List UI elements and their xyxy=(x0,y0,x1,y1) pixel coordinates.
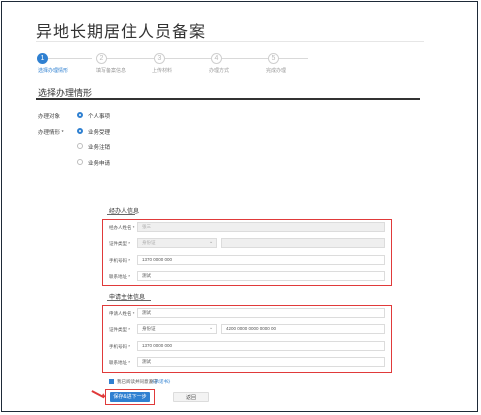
radio-accept[interactable] xyxy=(77,128,83,134)
step-5-label: 完成办理 xyxy=(266,68,287,74)
chevron-down-icon: ⌄ xyxy=(209,239,214,245)
step-connector xyxy=(48,58,92,59)
step-connector xyxy=(164,58,212,59)
handle-case-label: 办理情形 * xyxy=(38,130,64,136)
step-4-label: 办理方式 xyxy=(209,68,230,74)
applicant-info-underline xyxy=(107,300,151,301)
applicant-name-label: 申请人姓名 * xyxy=(109,311,135,316)
back-button[interactable]: 返回 xyxy=(173,392,209,402)
applicant-address-label: 联系地址 * xyxy=(109,360,131,365)
handler-address-input[interactable]: 测试 xyxy=(137,271,385,281)
step-3-indicator: 3 xyxy=(154,53,165,64)
step-2-label: 填写备案信息 xyxy=(96,68,127,74)
handler-address-label: 联系地址 * xyxy=(109,274,131,279)
radio-personal[interactable] xyxy=(77,112,83,118)
handler-name-label: 经办人姓名 * xyxy=(109,225,135,230)
radio-accept-label: 业务受理 xyxy=(88,130,111,136)
step-5-indicator: 5 xyxy=(268,53,279,64)
radio-cancel[interactable] xyxy=(77,143,83,149)
radio-cancel-label: 业务注销 xyxy=(88,145,111,151)
step-2-indicator: 2 xyxy=(96,53,107,64)
chevron-down-icon: ⌄ xyxy=(209,325,214,331)
applicant-address-input[interactable]: 测试 xyxy=(137,357,385,367)
handler-idnumber-input[interactable] xyxy=(221,238,385,248)
radio-apply-label: 业务申请 xyxy=(88,161,111,167)
handler-idtype-select[interactable]: 身份证 xyxy=(137,238,217,248)
handler-idtype-value: 身份证 xyxy=(142,240,156,245)
handle-object-label: 办理对象 xyxy=(38,114,61,120)
applicant-idtype-select[interactable]: 身份证 xyxy=(137,324,217,334)
handler-phone-label: 手机号码 * xyxy=(109,258,131,263)
agree-link[interactable]: 《承诺书》 xyxy=(150,379,173,385)
step-3-label: 上传材料 xyxy=(152,68,173,74)
step-4-indicator: 4 xyxy=(211,53,222,64)
radio-apply[interactable] xyxy=(77,159,83,165)
handler-phone-input[interactable]: 1370 0000 000 xyxy=(137,255,385,265)
handler-name-input[interactable]: 张三 xyxy=(137,222,385,232)
applicant-idnumber-input[interactable]: 4200 0000 0000 0000 00 xyxy=(221,324,385,334)
page-title: 异地长期居住人员备案 xyxy=(36,24,207,41)
step-connector xyxy=(106,58,156,59)
applicant-idtype-value: 身份证 xyxy=(142,326,156,331)
applicant-idtype-label: 证件类型 * xyxy=(109,327,131,332)
step-1-label: 选择办理情形 xyxy=(38,68,69,74)
step-connector xyxy=(222,58,269,59)
step-connector xyxy=(278,58,308,59)
save-next-button[interactable]: 保存&进下一步 xyxy=(110,392,150,402)
agree-checkbox[interactable] xyxy=(109,379,114,384)
title-divider xyxy=(36,41,424,42)
handler-idtype-label: 证件类型 * xyxy=(109,241,131,246)
radio-personal-label: 个人事项 xyxy=(88,114,111,120)
step-1-indicator: 1 xyxy=(37,53,48,64)
handler-info-underline xyxy=(107,214,135,215)
applicant-name-input[interactable]: 测试 xyxy=(137,308,385,318)
section-divider xyxy=(36,98,420,100)
applicant-phone-label: 手机号码 * xyxy=(109,344,131,349)
applicant-phone-input[interactable]: 1370 0000 000 xyxy=(137,341,385,351)
